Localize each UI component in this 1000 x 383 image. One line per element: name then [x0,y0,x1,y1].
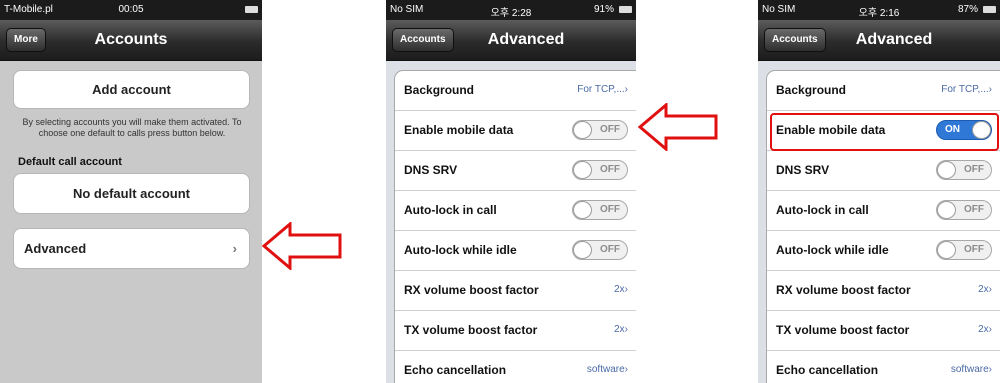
row-label: Auto-lock in call [776,203,869,217]
row-auto-lock-idle: Auto-lock while idle OFF [767,231,1000,271]
add-account-button[interactable]: Add account [13,70,250,109]
auto-lock-call-toggle[interactable]: OFF [936,200,992,220]
nav-bar: Accounts Advanced [758,20,1000,61]
row-label: Enable mobile data [404,123,514,137]
auto-lock-idle-toggle[interactable]: OFF [936,240,992,260]
row-auto-lock-call: Auto-lock in call OFF [395,191,636,231]
row-rx-boost[interactable]: RX volume boost factor 2x› [395,271,636,311]
advanced-screen-off: No SIM 오후 2:28 91% Accounts Advanced Bac… [386,0,636,383]
mobile-data-toggle[interactable]: OFF [572,120,628,140]
advanced-screen-on: No SIM 오후 2:16 87% Accounts Advanced Bac… [758,0,1000,383]
red-arrow-icon [262,222,342,270]
row-label: TX volume boost factor [404,323,538,337]
row-label: Auto-lock in call [404,203,497,217]
row-value: For TCP,...› [577,84,628,95]
row-echo-cancel[interactable]: Echo cancellation software› [767,351,1000,383]
battery-percent: 87% [957,4,978,15]
row-label: RX volume boost factor [776,283,911,297]
row-tx-boost[interactable]: TX volume boost factor 2x› [767,311,1000,351]
row-label: Auto-lock while idle [404,243,517,257]
advanced-label: Advanced [24,241,87,256]
settings-group: Background For TCP,...› Enable mobile da… [394,70,636,383]
dns-srv-toggle[interactable]: OFF [936,160,992,180]
row-rx-boost[interactable]: RX volume boost factor 2x› [767,271,1000,311]
accounts-screen: T-Mobile.pl 00:05 More Accounts Add acco… [0,0,262,383]
battery-icon [245,6,258,13]
row-dns-srv: DNS SRV OFF [767,151,1000,191]
row-auto-lock-call: Auto-lock in call OFF [767,191,1000,231]
row-label: Echo cancellation [404,363,507,377]
row-value: 2x› [614,284,628,295]
auto-lock-idle-toggle[interactable]: OFF [572,240,628,260]
row-value: 2x› [614,324,628,335]
row-value: software› [950,364,992,375]
row-echo-cancel[interactable]: Echo cancellation software› [395,351,636,383]
page-title: Advanced [855,31,933,48]
no-default-account-button[interactable]: No default account [13,173,250,214]
highlight-box [770,113,999,151]
chevron-right-icon: › [232,241,237,256]
row-label: Auto-lock while idle [776,243,889,257]
row-label: DNS SRV [404,163,458,177]
row-tx-boost[interactable]: TX volume boost factor 2x› [395,311,636,351]
row-value: software› [586,364,628,375]
row-enable-mobile-data: Enable mobile data OFF [395,111,636,151]
battery-icon [619,6,632,13]
nav-bar: More Accounts [0,20,262,61]
row-value: 2x› [978,324,992,335]
row-background[interactable]: Background For TCP,...› [767,71,1000,111]
default-call-header: Default call account [18,156,122,168]
battery-icon [983,6,996,13]
settings-group: Background For TCP,...› Enable mobile da… [766,70,1000,383]
row-background[interactable]: Background For TCP,...› [395,71,636,111]
auto-lock-call-toggle[interactable]: OFF [572,200,628,220]
row-label: Background [404,83,475,97]
row-dns-srv: DNS SRV OFF [395,151,636,191]
row-auto-lock-idle: Auto-lock while idle OFF [395,231,636,271]
red-arrow-icon [638,103,718,151]
row-enable-mobile-data: Enable mobile data ON [767,111,1000,151]
status-bar: T-Mobile.pl 00:05 [0,0,262,20]
dns-srv-toggle[interactable]: OFF [572,160,628,180]
accounts-note: By selecting accounts you will make them… [22,117,242,138]
nav-bar: Accounts Advanced [386,20,636,61]
row-label: DNS SRV [776,163,830,177]
page-title: Accounts [94,31,168,48]
row-label: TX volume boost factor [776,323,910,337]
status-bar: No SIM 오후 2:28 91% [386,0,636,20]
row-label: Echo cancellation [776,363,879,377]
row-value: For TCP,...› [941,84,992,95]
status-bar: No SIM 오후 2:16 87% [758,0,1000,20]
page-title: Advanced [487,31,565,48]
battery-percent: 91% [593,4,614,15]
row-value: 2x› [978,284,992,295]
advanced-button[interactable]: Advanced › [13,228,250,269]
row-label: Background [776,83,847,97]
row-label: RX volume boost factor [404,283,539,297]
clock: 00:05 [118,4,144,15]
